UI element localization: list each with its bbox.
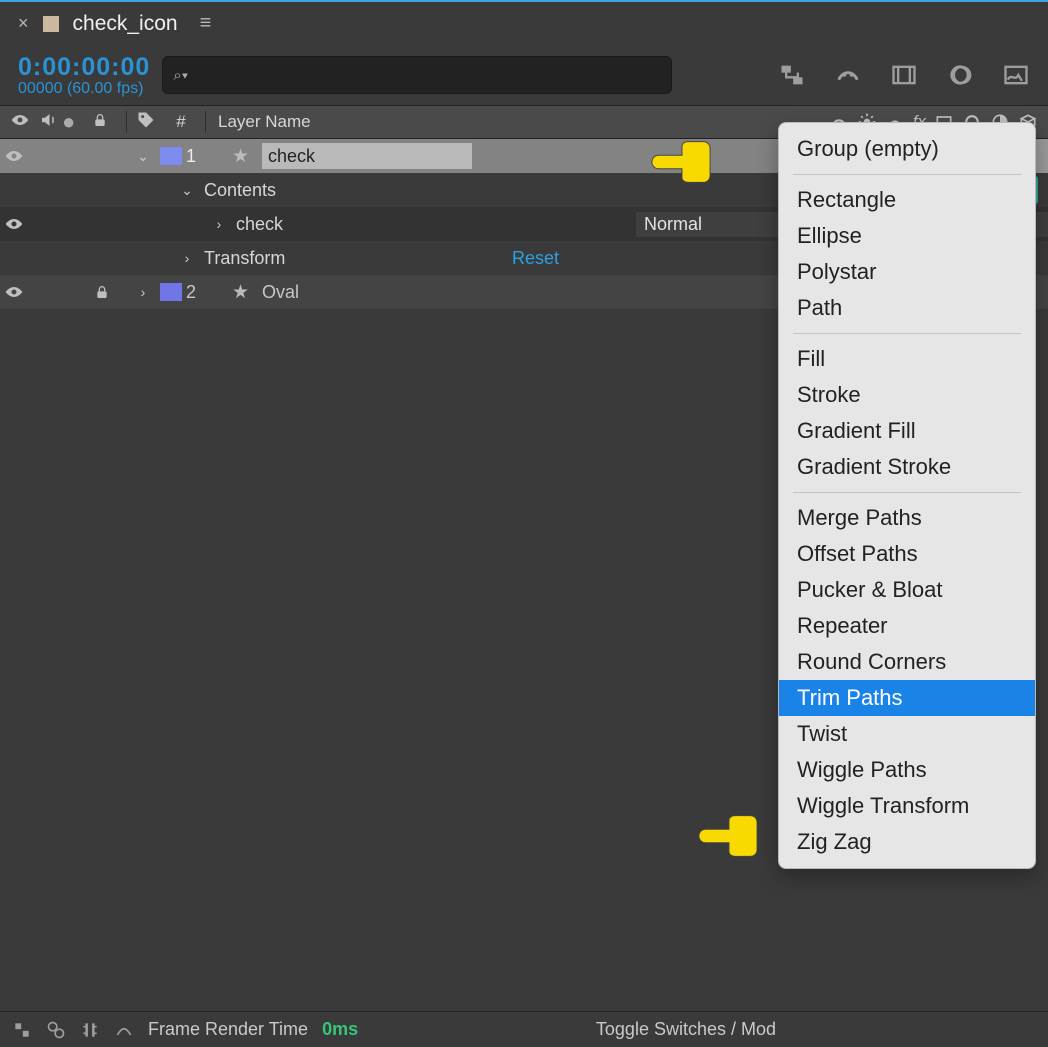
menu-item-stroke[interactable]: Stroke bbox=[779, 377, 1035, 413]
menu-item-rectangle[interactable]: Rectangle bbox=[779, 182, 1035, 218]
menu-item-merge-paths[interactable]: Merge Paths bbox=[779, 500, 1035, 536]
menu-item-zig-zag[interactable]: Zig Zag bbox=[779, 824, 1035, 860]
footer-icon-4[interactable] bbox=[114, 1020, 134, 1040]
time-row: 0:00:00:00 00000 (60.00 fps) ⌕▾ bbox=[0, 45, 1048, 105]
composition-tabbar: × check_icon ≡ bbox=[0, 2, 1048, 45]
layer-name[interactable]: Oval bbox=[258, 282, 816, 303]
lock-column-icon[interactable] bbox=[92, 111, 124, 134]
menu-item-polystar[interactable]: Polystar bbox=[779, 254, 1035, 290]
search-input[interactable] bbox=[188, 66, 661, 84]
lock-toggle[interactable] bbox=[86, 283, 118, 301]
frame-rate: 00000 (60.00 fps) bbox=[18, 80, 150, 98]
menu-item-group-empty-[interactable]: Group (empty) bbox=[779, 131, 1035, 167]
menu-item-gradient-fill[interactable]: Gradient Fill bbox=[779, 413, 1035, 449]
footer-icon-3[interactable] bbox=[80, 1020, 100, 1040]
toggle-switches-button[interactable]: Toggle Switches / Mod bbox=[596, 1019, 1036, 1040]
menu-item-pucker-bloat[interactable]: Pucker & Bloat bbox=[779, 572, 1035, 608]
pointer-annotation-top bbox=[650, 138, 712, 186]
twirl-closed-icon[interactable]: › bbox=[126, 284, 160, 300]
layer-index: 2 bbox=[182, 282, 214, 303]
twirl-open-icon[interactable]: ⌄ bbox=[170, 182, 204, 199]
footer-icon-1[interactable] bbox=[12, 1020, 32, 1040]
shape-star-icon: ★ bbox=[232, 145, 258, 168]
label-column-icon[interactable] bbox=[129, 110, 163, 135]
twirl-open-icon[interactable]: ⌄ bbox=[126, 148, 160, 165]
menu-item-repeater[interactable]: Repeater bbox=[779, 608, 1035, 644]
comp-flowchart-icon[interactable] bbox=[778, 61, 806, 89]
visibility-toggle[interactable] bbox=[0, 217, 28, 231]
solo-column-icon[interactable]: ● bbox=[62, 109, 92, 135]
label-swatch[interactable] bbox=[160, 283, 182, 301]
timeline-tool-icons bbox=[778, 61, 1030, 89]
visibility-column-icon[interactable] bbox=[6, 112, 34, 132]
twirl-closed-icon[interactable]: › bbox=[202, 216, 236, 232]
graph-editor-icon[interactable] bbox=[1002, 61, 1030, 89]
add-shape-context-menu[interactable]: Group (empty) RectangleEllipsePolystarPat… bbox=[778, 122, 1036, 869]
menu-item-twist[interactable]: Twist bbox=[779, 716, 1035, 752]
menu-item-wiggle-paths[interactable]: Wiggle Paths bbox=[779, 752, 1035, 788]
visibility-toggle[interactable] bbox=[0, 149, 28, 163]
layer-name-column: Layer Name bbox=[212, 112, 829, 132]
shy-icon[interactable] bbox=[834, 61, 862, 89]
menu-item-fill[interactable]: Fill bbox=[779, 341, 1035, 377]
visibility-toggle[interactable] bbox=[0, 285, 28, 299]
layer-index: 1 bbox=[182, 146, 214, 167]
shape-star-icon: ★ bbox=[232, 281, 258, 304]
frame-blend-icon[interactable] bbox=[890, 61, 918, 89]
reset-link[interactable]: Reset bbox=[504, 248, 559, 269]
menu-item-trim-paths[interactable]: Trim Paths bbox=[779, 680, 1035, 716]
pointer-annotation-bottom bbox=[697, 812, 759, 860]
audio-column-icon[interactable] bbox=[34, 111, 62, 134]
comp-name[interactable]: check_icon bbox=[73, 12, 178, 36]
twirl-closed-icon[interactable]: › bbox=[170, 250, 204, 266]
menu-item-round-corners[interactable]: Round Corners bbox=[779, 644, 1035, 680]
menu-item-gradient-stroke[interactable]: Gradient Stroke bbox=[779, 449, 1035, 485]
search-icon: ⌕▾ bbox=[173, 67, 188, 84]
transform-label: Transform bbox=[204, 248, 504, 269]
footer-icon-2[interactable] bbox=[46, 1020, 66, 1040]
render-time-value: 0ms bbox=[322, 1019, 358, 1040]
layer-name-input[interactable] bbox=[262, 143, 472, 169]
comp-swatch bbox=[43, 16, 59, 32]
menu-item-ellipse[interactable]: Ellipse bbox=[779, 218, 1035, 254]
menu-item-path[interactable]: Path bbox=[779, 290, 1035, 326]
close-tab-icon[interactable]: × bbox=[18, 13, 29, 34]
shape-group-label: check bbox=[236, 214, 632, 235]
menu-item-wiggle-transform[interactable]: Wiggle Transform bbox=[779, 788, 1035, 824]
timeline-footer: Frame Render Time 0ms Toggle Switches / … bbox=[0, 1011, 1048, 1047]
tab-menu-icon[interactable]: ≡ bbox=[200, 12, 212, 35]
motion-blur-icon[interactable] bbox=[946, 61, 974, 89]
render-time-label: Frame Render Time bbox=[148, 1019, 308, 1040]
label-swatch[interactable] bbox=[160, 147, 182, 165]
menu-item-offset-paths[interactable]: Offset Paths bbox=[779, 536, 1035, 572]
layer-search[interactable]: ⌕▾ bbox=[162, 56, 672, 94]
index-column: # bbox=[163, 112, 199, 132]
current-timecode[interactable]: 0:00:00:00 bbox=[18, 53, 150, 82]
